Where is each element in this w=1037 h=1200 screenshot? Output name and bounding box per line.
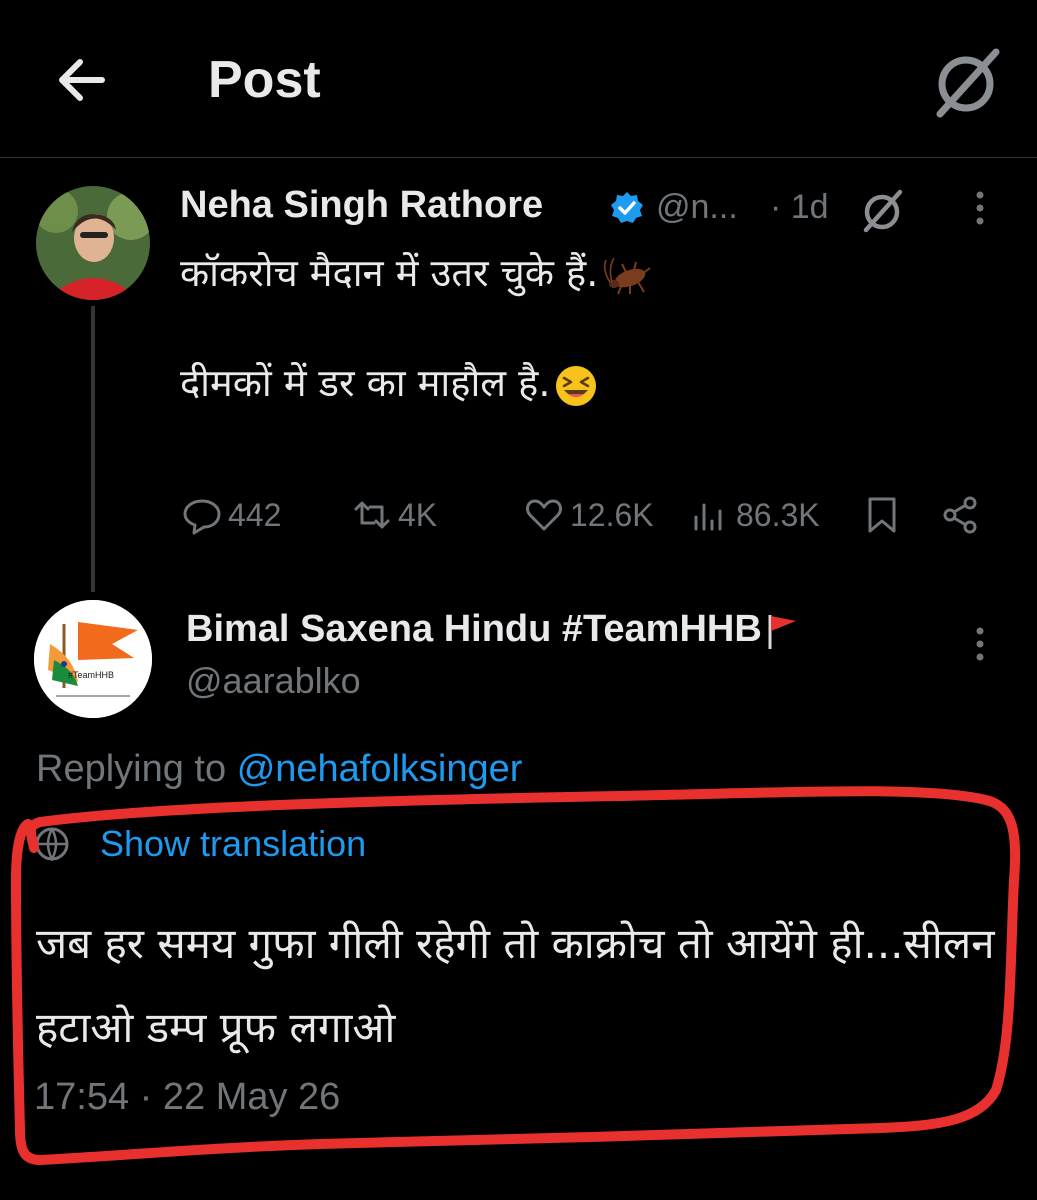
back-button[interactable] (52, 50, 112, 110)
repost-count: 4K (398, 496, 438, 533)
post-text-line-1-content: कॉकरोच मैदान में उतर चुके हैं. (180, 251, 599, 295)
reply-icon (183, 499, 221, 535)
reply-timestamp: 17:54 · 22 May 26 (34, 1076, 341, 1118)
show-translation-link[interactable]: Show translation (100, 823, 366, 865)
thread-line (91, 306, 95, 592)
reply-button[interactable]: 442 (180, 490, 281, 540)
grok-button[interactable] (928, 44, 1004, 120)
post-time[interactable]: · 1d (770, 188, 829, 227)
reply-count: 442 (228, 496, 282, 533)
replying-to-mention[interactable]: @nehafolksinger (237, 748, 523, 790)
laughing-emoji-icon (556, 365, 597, 406)
post-text-line-2-content: दीमकों में डर का माहौल है. (180, 361, 551, 405)
replying-to: Replying to @nehafolksinger (36, 748, 522, 791)
like-count: 12.6K (570, 496, 654, 533)
show-translation-row[interactable]: Show translation (30, 822, 366, 866)
share-icon (943, 496, 977, 534)
globe-icon (35, 827, 69, 862)
avatar-photo (36, 186, 150, 300)
more-options-icon[interactable] (968, 188, 992, 228)
top-bar: Post (0, 0, 1037, 158)
team-hhb-logo: #TeamHHB (34, 600, 152, 718)
bookmark-icon (868, 497, 896, 533)
post-author-name[interactable]: Neha Singh Rathore (180, 184, 543, 227)
replying-to-prefix: Replying to (36, 748, 227, 790)
post-text-line-2: दीमकों में डर का माहौल है. (180, 356, 598, 408)
repost-button[interactable]: 4K (350, 490, 437, 540)
reply-author-name-text: Bimal Saxena Hindu #TeamHHB (186, 608, 762, 650)
author-avatar[interactable] (36, 186, 150, 300)
heart-icon (526, 499, 562, 531)
views-count: 86.3K (736, 496, 820, 533)
grok-icon[interactable] (858, 186, 906, 234)
reply-author-handle[interactable]: @aarablko (186, 660, 361, 702)
grok-icon (936, 48, 1000, 118)
share-button[interactable] (938, 490, 986, 540)
views-chart-icon (694, 503, 722, 531)
cockroach-emoji-icon (604, 257, 651, 294)
like-button[interactable]: 12.6K (522, 490, 654, 540)
post-text-line-1: कॉकरोच मैदान में उतर चुके हैं. (180, 246, 654, 298)
repost-icon (354, 501, 390, 529)
reply-author-avatar[interactable]: #TeamHHB (34, 600, 152, 718)
reply-text: जब हर समय गुफा गीली रहेगी तो काक्रोच तो … (36, 919, 995, 1052)
arrow-left-icon (59, 59, 105, 101)
page-title: Post (208, 51, 321, 109)
reply-author-name[interactable]: Bimal Saxena Hindu #TeamHHB (186, 608, 800, 651)
post-author-handle[interactable]: @n... (656, 188, 738, 227)
views-button[interactable]: 86.3K (688, 490, 820, 540)
verified-badge-icon (611, 192, 643, 223)
avatar-team-label: #TeamHHB (68, 670, 114, 680)
more-options-icon[interactable] (968, 624, 992, 664)
triangular-flag-emoji-icon (768, 614, 796, 649)
bookmark-button[interactable] (860, 490, 908, 540)
